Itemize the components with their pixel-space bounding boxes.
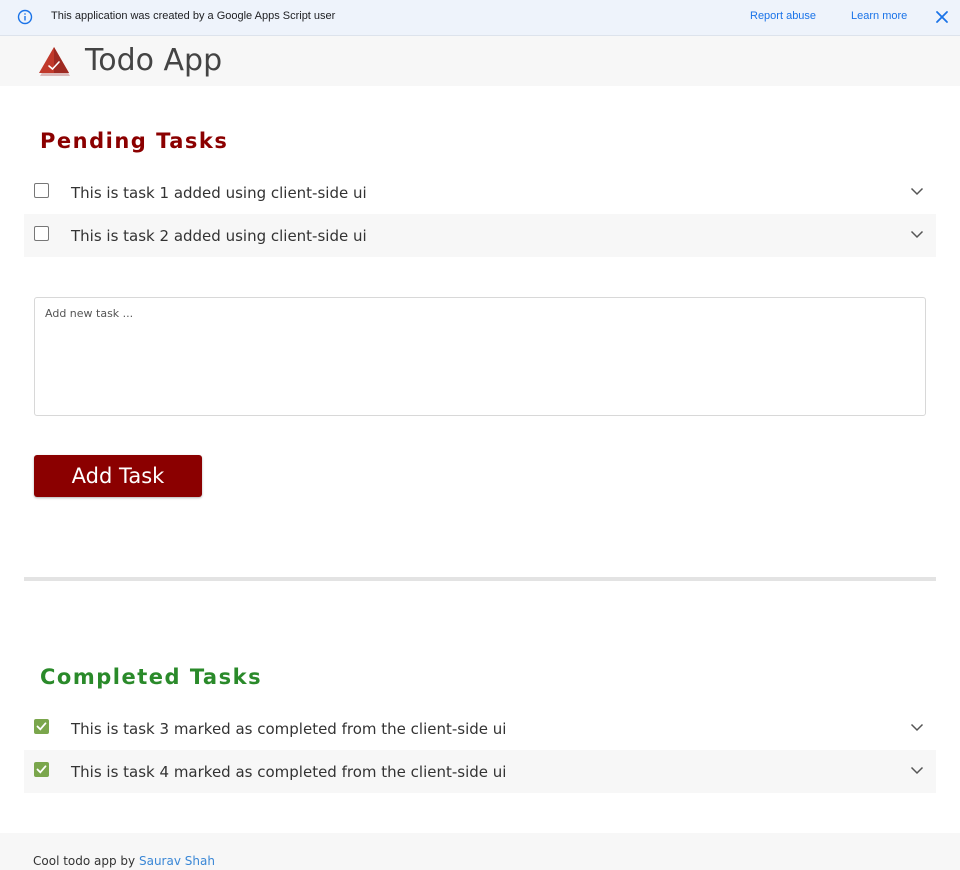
task-checkbox-checked[interactable] <box>34 762 49 777</box>
task-text: This is task 3 marked as completed from … <box>71 720 507 738</box>
checkmark-icon <box>36 722 47 731</box>
checkmark-icon <box>36 765 47 774</box>
footer: Cool todo app by Saurav Shah <box>0 833 960 870</box>
close-icon[interactable] <box>935 10 949 24</box>
completed-task-row: This is task 3 marked as completed from … <box>24 707 936 750</box>
learn-more-link[interactable]: Learn more <box>851 10 907 22</box>
task-checkbox[interactable] <box>34 226 49 241</box>
add-task-button[interactable]: Add Task <box>34 455 202 497</box>
completed-tasks-heading: Completed Tasks <box>40 665 263 689</box>
task-text: This is task 4 marked as completed from … <box>71 763 507 781</box>
app-logo-icon <box>39 47 70 76</box>
completed-task-row: This is task 4 marked as completed from … <box>24 750 936 793</box>
report-abuse-link[interactable]: Report abuse <box>750 10 816 22</box>
app-title: Todo App <box>85 43 223 78</box>
chevron-down-icon[interactable] <box>910 186 924 196</box>
apps-script-banner: This application was created by a Google… <box>0 0 960 36</box>
task-text: This is task 2 added using client-side u… <box>71 227 367 245</box>
task-checkbox[interactable] <box>34 183 49 198</box>
chevron-down-icon[interactable] <box>910 722 924 732</box>
app-header: Todo App <box>0 36 960 86</box>
footer-credit: Cool todo app by Saurav Shah <box>33 854 215 868</box>
task-checkbox-checked[interactable] <box>34 719 49 734</box>
chevron-down-icon[interactable] <box>910 765 924 775</box>
pending-task-row: This is task 2 added using client-side u… <box>24 214 936 257</box>
pending-task-row: This is task 1 added using client-side u… <box>24 171 936 214</box>
pending-tasks-heading: Pending Tasks <box>40 129 229 153</box>
new-task-input[interactable] <box>34 297 926 416</box>
banner-message: This application was created by a Google… <box>51 10 336 22</box>
info-icon <box>17 9 33 25</box>
task-text: This is task 1 added using client-side u… <box>71 184 367 202</box>
author-link[interactable]: Saurav Shah <box>139 854 215 868</box>
footer-prefix: Cool todo app by <box>33 854 139 868</box>
chevron-down-icon[interactable] <box>910 229 924 239</box>
section-divider <box>24 577 936 581</box>
